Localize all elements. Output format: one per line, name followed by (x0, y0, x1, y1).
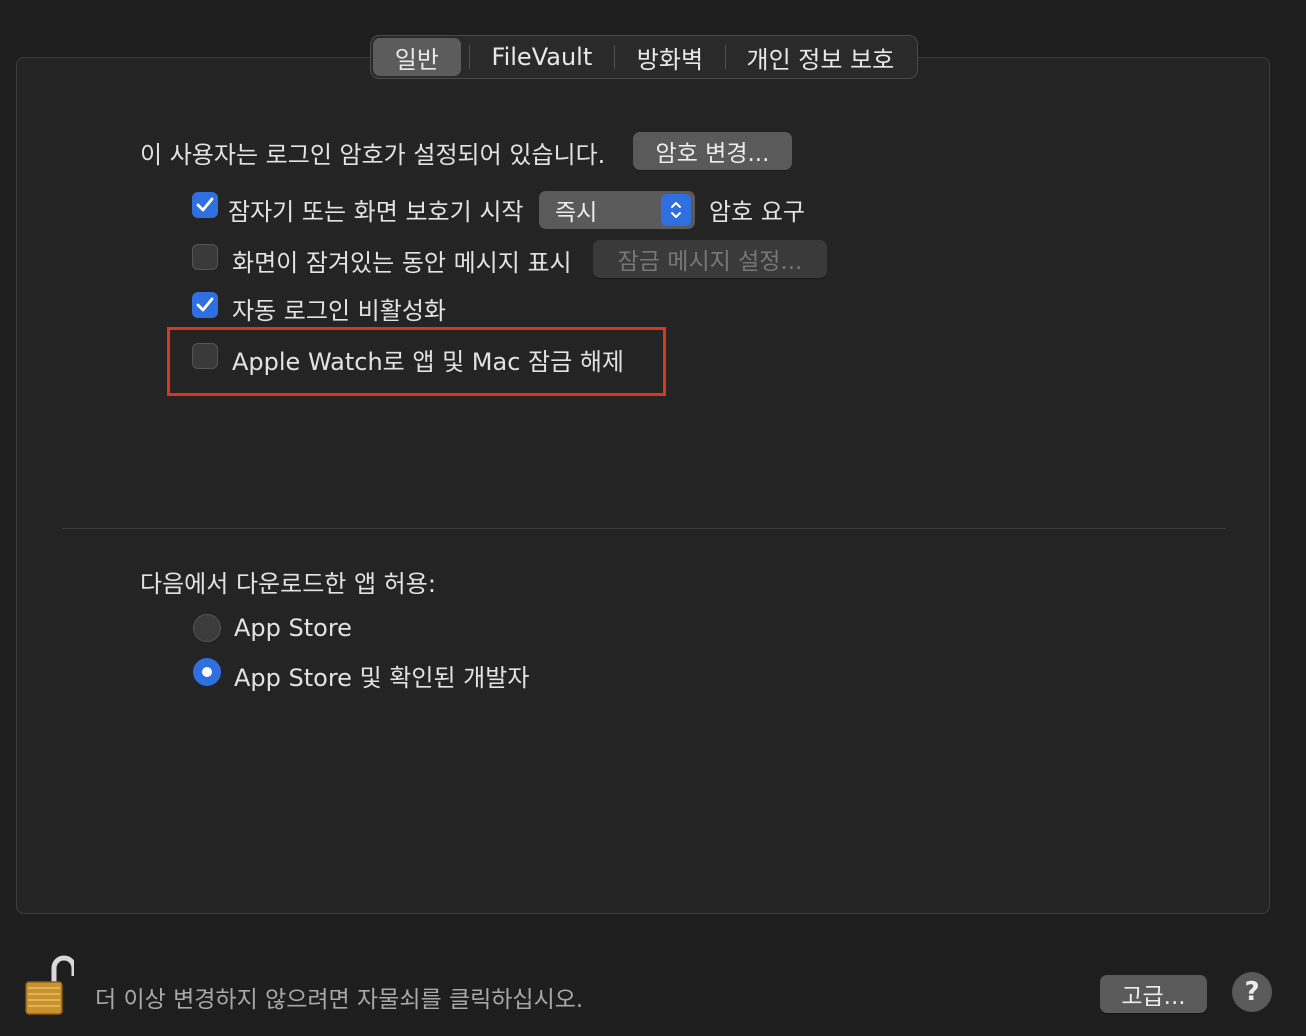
require-password-delay-popup[interactable]: 즉시 (539, 191, 695, 229)
require-password-checkbox[interactable] (192, 192, 218, 218)
radio-app-store-label: App Store (234, 614, 352, 642)
password-status-text: 이 사용자는 로그인 암호가 설정되어 있습니다. (140, 141, 606, 169)
show-message-label: 화면이 잠겨있는 동안 메시지 표시 (232, 249, 572, 277)
tab-privacy[interactable]: 개인 정보 보호 (726, 38, 915, 76)
radio-app-store-identified[interactable] (193, 658, 221, 686)
help-button[interactable]: ? (1232, 972, 1272, 1012)
show-message-checkbox[interactable] (192, 244, 218, 270)
lock-hint-text: 더 이상 변경하지 않으려면 자물쇠를 클릭하십시오. (95, 987, 584, 1013)
disable-auto-login-checkbox[interactable] (192, 292, 218, 318)
content-panel (16, 57, 1270, 914)
require-password-label: 잠자기 또는 화면 보호기 시작 (228, 198, 524, 226)
tab-firewall[interactable]: 방화벽 (615, 38, 725, 76)
allow-downloads-heading: 다음에서 다운로드한 앱 허용: (140, 570, 436, 598)
tab-bar: 일반 FileVault 방화벽 개인 정보 보호 (370, 35, 918, 79)
popup-value: 즉시 (555, 200, 598, 226)
tab-general[interactable]: 일반 (373, 38, 461, 76)
annotation-highlight-box (167, 327, 666, 396)
require-password-suffix: 암호 요구 (709, 198, 805, 226)
chevron-updown-icon (661, 194, 691, 226)
radio-app-store[interactable] (193, 614, 221, 642)
checkmark-icon (196, 297, 214, 312)
set-lock-message-button[interactable]: 잠금 메시지 설정... (593, 240, 827, 278)
security-privacy-window: 일반 FileVault 방화벽 개인 정보 보호 이 사용자는 로그인 암호가… (0, 0, 1306, 1036)
tab-filevault[interactable]: FileVault (470, 38, 614, 76)
change-password-button[interactable]: 암호 변경... (633, 132, 792, 170)
checkmark-icon (196, 197, 214, 212)
section-divider (62, 528, 1226, 529)
radio-app-store-identified-label: App Store 및 확인된 개발자 (234, 664, 530, 692)
disable-auto-login-label: 자동 로그인 비활성화 (232, 297, 446, 325)
radio-dot (202, 667, 212, 677)
advanced-button[interactable]: 고급... (1100, 975, 1207, 1013)
lock-open-icon[interactable] (24, 954, 74, 1016)
